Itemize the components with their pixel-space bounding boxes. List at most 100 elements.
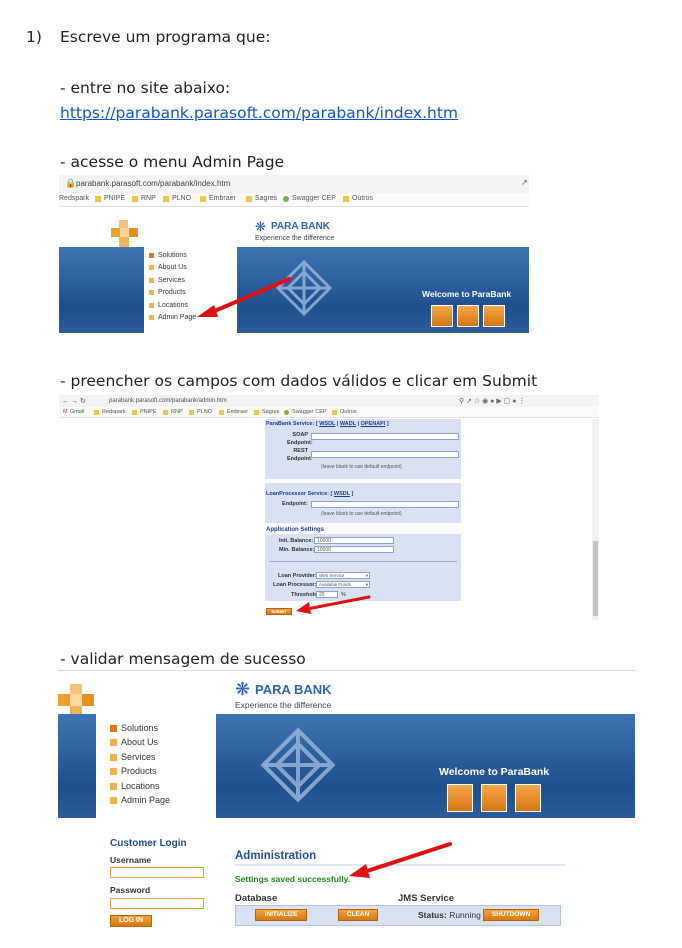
min-balance-input[interactable]: 10000 [314, 546, 394, 553]
bookmark[interactable]: PLNO [197, 409, 212, 415]
endpoint-hint: (leave blank to use default endpoint) [321, 464, 402, 470]
wadl-link[interactable]: WADL [340, 421, 356, 427]
parabank-url-link[interactable]: https://parabank.parasoft.com/parabank/i… [60, 104, 458, 122]
menu-item-locations[interactable]: Locations [110, 781, 160, 791]
folder-icon [200, 196, 206, 202]
loan-processor-select[interactable]: Available Funds ▾ [316, 581, 370, 588]
brand-tagline: Experience the difference [235, 700, 332, 710]
application-settings-panel [265, 534, 461, 601]
database-heading: Database [235, 893, 278, 904]
jms-status: Status: Running [418, 910, 481, 920]
menu-item-about-us[interactable]: About Us [110, 737, 158, 747]
red-arrow-icon [197, 277, 291, 317]
parabank-logo-blocks [58, 684, 96, 718]
loan-endpoint-label: Endpoint: [282, 501, 308, 507]
menu-item-products[interactable]: Products [149, 289, 186, 296]
nav-arrows-icon[interactable]: ← → ↻ [62, 397, 86, 405]
bookmark[interactable]: Redspark [59, 195, 89, 202]
chevron-down-icon: ▾ [365, 582, 368, 587]
bookmark[interactable]: Sagres [255, 195, 277, 202]
welcome-text: Welcome to ParaBank [439, 766, 550, 778]
bookmark[interactable]: Outros [352, 195, 373, 202]
bookmark[interactable]: Outros [340, 409, 357, 415]
loan-endpoint-input[interactable] [311, 501, 459, 508]
bookmark[interactable]: Swagger CEP [292, 409, 327, 415]
menu-item-admin-page[interactable]: Admin Page [110, 795, 170, 805]
menu-item-services[interactable]: Services [110, 752, 156, 762]
chevron-down-icon: ▾ [365, 573, 368, 578]
header-band-left [59, 247, 144, 333]
menu-item-solutions[interactable]: Solutions [110, 723, 158, 733]
toolbar-icons[interactable]: ⚲ ↗ ☆ ◉ ● ▶ ▢ ● ⋮ [459, 397, 525, 405]
submit-button[interactable]: SUBMIT [266, 608, 292, 615]
shutdown-button[interactable]: SHUTDOWN [483, 909, 539, 921]
address-bar[interactable]: parabank.parasoft.com/parabank/index.htm [76, 179, 230, 188]
bookmark[interactable]: Embraer [209, 195, 236, 202]
bookmark[interactable]: PNIPE [140, 409, 157, 415]
home-icon[interactable] [447, 784, 473, 812]
login-button[interactable]: LOG IN [110, 915, 152, 927]
menu-item-solutions[interactable]: Solutions [149, 252, 187, 259]
bookmark[interactable]: RNP [171, 409, 183, 415]
password-input[interactable] [110, 898, 204, 909]
about-icon[interactable] [481, 784, 507, 812]
menu-item-admin-page[interactable]: Admin Page [149, 314, 196, 321]
loan-provider-select[interactable]: Web Service ▾ [316, 572, 370, 579]
instruction-fill-fields: - preencher os campos com dados válidos … [60, 372, 538, 390]
screenshot-home: 🔒 parabank.parasoft.com/parabank/index.h… [59, 175, 529, 335]
bookmark[interactable]: RNP [141, 195, 156, 202]
soap-endpoint-input[interactable] [311, 433, 459, 440]
bookmark[interactable]: Swagger CEP [292, 195, 336, 202]
red-arrow-icon [296, 595, 371, 614]
wsdl-link[interactable]: WSDL [319, 421, 335, 427]
gmail-icon: M [63, 409, 68, 415]
openapi-link[interactable]: OPENAPI [361, 421, 386, 427]
folder-icon [246, 196, 252, 202]
contact-icon[interactable] [515, 784, 541, 812]
folder-icon [254, 410, 259, 415]
header-band-left [58, 714, 96, 818]
folder-icon [163, 410, 168, 415]
parabank-star-icon: ❋ [235, 679, 251, 699]
username-input[interactable] [110, 867, 204, 878]
wsdl-link[interactable]: WSDL [334, 491, 350, 497]
bookmark[interactable]: Gmail [70, 409, 84, 415]
share-icon[interactable]: ↗ [521, 178, 528, 187]
rest-endpoint-input[interactable] [311, 451, 459, 458]
brand-tagline: Experience the difference [255, 235, 335, 242]
application-settings-heading: Application Settings [266, 527, 325, 533]
menu-item-locations[interactable]: Locations [149, 302, 188, 309]
swagger-icon [284, 410, 289, 415]
menu-item-products[interactable]: Products [110, 766, 157, 776]
lock-icon: 🔒 [65, 178, 77, 188]
init-balance-input[interactable]: 10000 [314, 537, 394, 544]
home-icon[interactable] [431, 305, 453, 327]
customer-login-heading: Customer Login [110, 838, 187, 849]
folder-icon [95, 196, 101, 202]
scrollbar-thumb[interactable] [593, 541, 598, 616]
parabank-service-label: ParaBank Service: [ WSDL | WADL | OPENAP… [266, 421, 389, 427]
red-arrow-icon [349, 842, 452, 878]
bookmarks-bar: Redspark PNIPE RNP PLNO Embraer Sagres S… [59, 195, 529, 205]
menu-item-about-us[interactable]: About Us [149, 264, 187, 271]
bookmark[interactable]: Embraer [227, 409, 248, 415]
clean-button[interactable]: CLEAN [338, 909, 378, 921]
parabank-logo-blocks [109, 220, 139, 247]
bookmark[interactable]: Sagres [262, 409, 279, 415]
scrollbar[interactable] [592, 419, 599, 620]
initialize-button[interactable]: INITIALIZE [255, 909, 307, 921]
folder-icon [219, 410, 224, 415]
welcome-text: Welcome to ParaBank [422, 289, 512, 299]
address-bar[interactable]: parabank.parasoft.com/parabank/admin.htm [109, 398, 227, 404]
bookmarks-bar: M Gmail Redspark PNIPE RNP PLNO Embraer … [59, 408, 599, 418]
bookmark[interactable]: PLNO [172, 195, 191, 202]
bookmark[interactable]: Redspark [102, 409, 126, 415]
swagger-icon [283, 196, 289, 202]
menu-item-services[interactable]: Services [149, 277, 185, 284]
contact-icon[interactable] [483, 305, 505, 327]
folder-icon [343, 196, 349, 202]
about-icon[interactable] [457, 305, 479, 327]
jms-service-heading: JMS Service [398, 893, 454, 904]
brand-name: PARA BANK [271, 221, 330, 232]
bookmark[interactable]: PNIPE [104, 195, 125, 202]
